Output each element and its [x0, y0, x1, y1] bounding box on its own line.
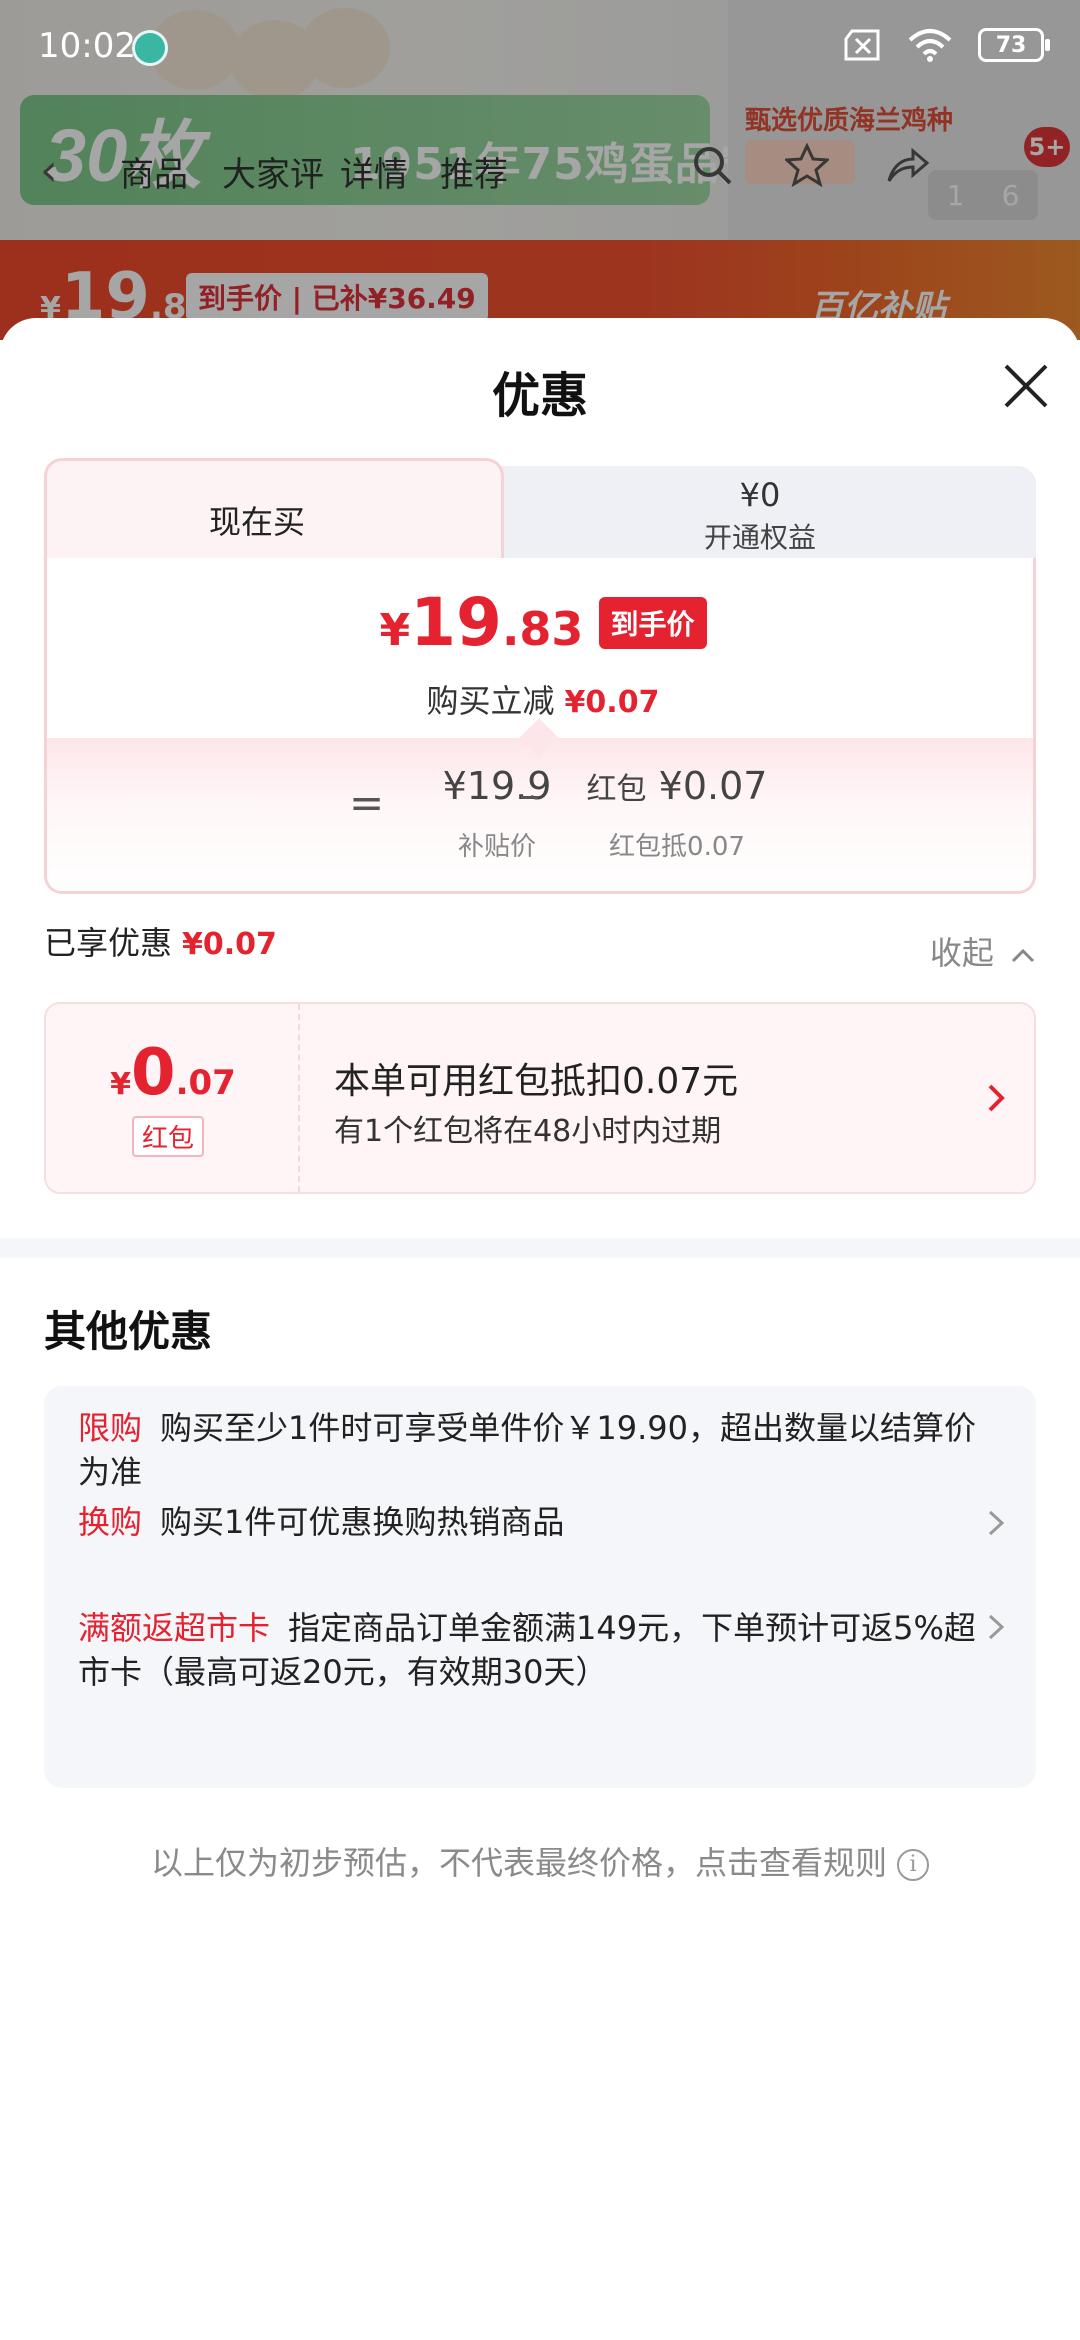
list-item-supermarket-card[interactable]: 满额返超市卡 指定商品订单金额满149元，下单预计可返5%超市卡（最高可返20元，…: [78, 1606, 978, 1694]
discount-sheet: 优惠 ¥0 开通权益 现在买 ¥19.83 到手价 购买立减 ¥0.07 = ¥…: [0, 318, 1080, 2340]
price-card-body: ¥19.83 到手价 购买立减 ¥0.07 = ¥19.9 补贴价 – 红包 ¥0…: [44, 558, 1036, 894]
red-packet-title: 本单可用红包抵扣0.07元: [334, 1061, 739, 1102]
list-item-purchase-limit: 限购 购买至少1件时可享受单件价￥19.90，超出数量以结算价为准: [78, 1409, 976, 1491]
final-price-badge: 到手价: [598, 596, 707, 649]
final-price: ¥19.83 到手价: [47, 584, 1033, 661]
price-card: ¥0 开通权益 现在买 ¥19.83 到手价 购买立减 ¥0.07 = ¥19.9: [44, 458, 1036, 894]
buy-now-label: 现在买: [208, 503, 305, 541]
battery-icon: 73: [978, 28, 1050, 62]
red-packet-amount: ¥0.07: [110, 1036, 236, 1110]
enjoyed-discount: 已享优惠 ¥0.07: [44, 924, 277, 962]
red-packet-card[interactable]: ¥0.07 红包 本单可用红包抵扣0.07元 有1个红包将在48小时内过期: [44, 1002, 1036, 1194]
section-divider: [0, 1238, 1080, 1258]
red-packet-col: 红包 ¥0.07 红包抵0.07: [567, 764, 787, 863]
other-discounts-list: 限购 购买至少1件时可享受单件价￥19.90，超出数量以结算价为准 换购 购买1件可…: [44, 1386, 1036, 1788]
red-packet-label: 红包抵0.07: [609, 832, 745, 862]
app-notification-icon: [132, 30, 168, 66]
chevron-right-icon: [988, 1084, 1005, 1112]
benefit-label: 开通权益: [703, 521, 816, 554]
minus-sign: –: [519, 770, 540, 819]
info-icon[interactable]: i: [897, 1849, 929, 1881]
red-packet-tag: 红包: [132, 1116, 205, 1157]
benefit-amount: ¥0: [739, 476, 781, 514]
tab-buy-now[interactable]: 现在买: [44, 458, 504, 568]
equals-sign: =: [349, 778, 385, 827]
chevron-up-icon: [1011, 948, 1035, 963]
wifi-icon: [908, 29, 952, 62]
purchase-reduction: 购买立减 ¥0.07: [426, 682, 660, 720]
close-icon[interactable]: [1000, 360, 1052, 412]
red-packet-value: 红包 ¥0.07: [586, 764, 768, 808]
status-bar: 10:02 73: [0, 0, 1080, 100]
rules-footnote[interactable]: 以上仅为初步预估，不代表最终价格，点击查看规则 i: [0, 1838, 1080, 1884]
status-time: 10:02: [38, 26, 136, 66]
red-packet-expiry: 有1个红包将在48小时内过期: [334, 1114, 722, 1149]
chevron-right-icon: [988, 1614, 1005, 1640]
tab-open-benefit[interactable]: ¥0 开通权益: [484, 466, 1036, 566]
collapse-button[interactable]: 收起: [930, 928, 1036, 974]
list-item-exchange-purchase[interactable]: 换购 购买1件可优惠换购热销商品: [78, 1500, 978, 1544]
sim-off-icon: [844, 29, 880, 61]
other-discounts-title: 其他优惠: [44, 1307, 213, 1356]
sheet-title: 优惠: [491, 368, 588, 424]
chevron-right-icon: [988, 1510, 1005, 1536]
battery-level: 73: [995, 32, 1027, 58]
